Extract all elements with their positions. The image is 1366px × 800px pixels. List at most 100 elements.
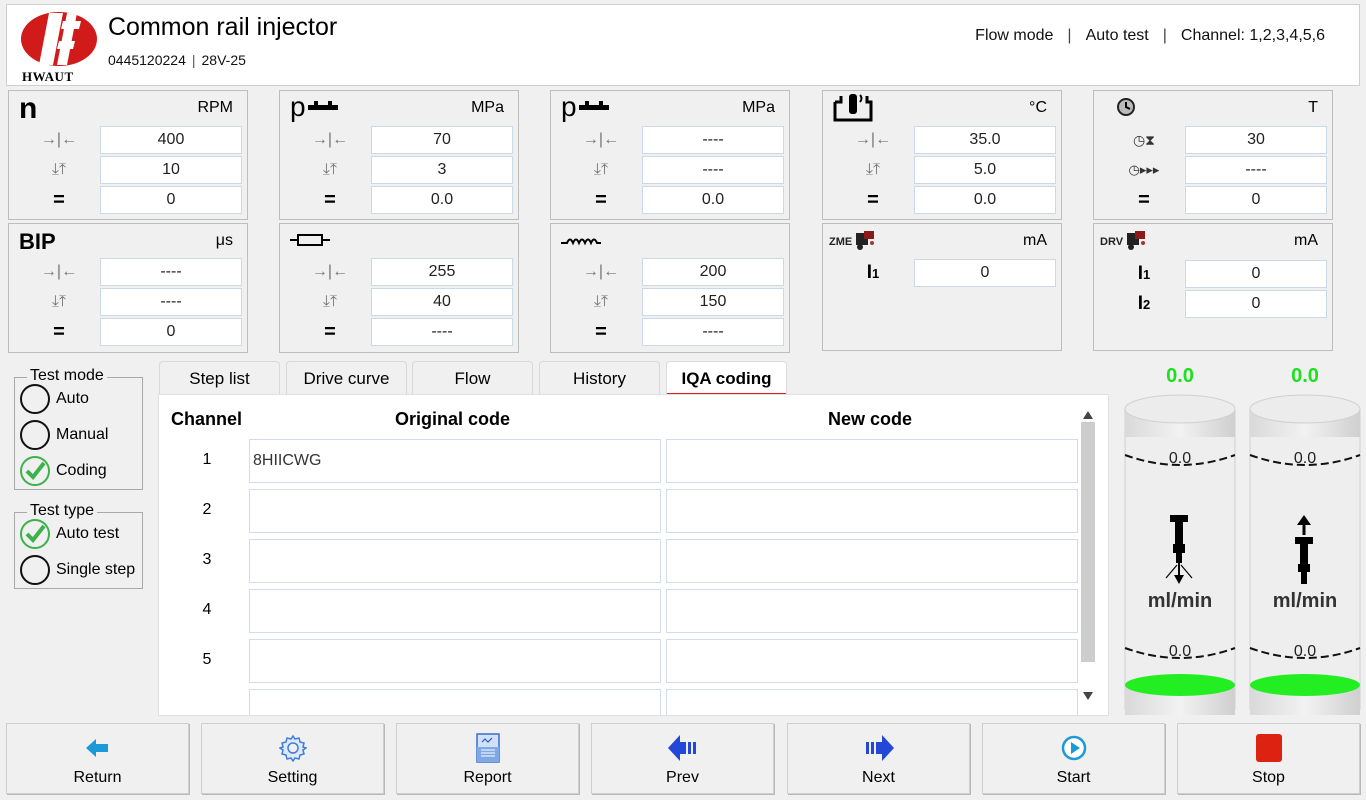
iqa-coding-panel: Channel Original code New code 1 8HIICWG… (158, 394, 1109, 716)
stop-button[interactable]: Stop (1177, 723, 1360, 794)
time-actual-field: 0 (1185, 186, 1327, 214)
temperature-actual-field: 0.0 (914, 186, 1056, 214)
prev-button[interactable]: Prev (591, 723, 774, 794)
new-code-field[interactable] (666, 689, 1078, 715)
tab-iqa-coding[interactable]: IQA coding (666, 361, 787, 395)
tab-history[interactable]: History (539, 361, 660, 394)
bip-actual-field: 0 (100, 318, 242, 346)
new-code-field[interactable] (666, 439, 1078, 483)
inductance-target-field[interactable]: 200 (642, 258, 784, 286)
new-code-field[interactable] (666, 639, 1078, 683)
valve-icon (1123, 229, 1149, 256)
resistance-tolerance-field[interactable]: 40 (371, 288, 513, 316)
rail-icon (577, 100, 611, 119)
check-circle-icon (20, 456, 50, 486)
pressure2-target-field[interactable]: ---- (642, 126, 784, 154)
start-button[interactable]: Start (982, 723, 1165, 794)
table-row (159, 689, 1099, 715)
current-i1-label: I1 (1137, 263, 1151, 284)
actual-icon: = (595, 188, 607, 211)
panel-zme: ZME mA I1 0 (822, 223, 1062, 351)
variant: 28V-25 (201, 52, 246, 68)
temperature-tank-icon (833, 92, 875, 127)
speed-tolerance-field[interactable]: 10 (100, 156, 242, 184)
button-label: Report (463, 769, 512, 786)
original-code-field[interactable] (249, 639, 661, 683)
zme-tag: ZME (829, 236, 853, 248)
actual-icon: = (53, 320, 65, 343)
radio-label: Coding (56, 462, 107, 479)
resistance-target-field[interactable]: 255 (371, 258, 513, 286)
pressure2-tolerance-field[interactable]: ---- (642, 156, 784, 184)
actual-icon: = (324, 188, 336, 211)
new-code-field[interactable] (666, 489, 1078, 533)
new-code-field[interactable] (666, 589, 1078, 633)
tab-flow[interactable]: Flow (412, 361, 533, 394)
header-channel: Channel (171, 409, 243, 429)
upper-mark-value: 0.0 (1293, 450, 1317, 467)
tolerance-icon: ⤓⤒ (322, 293, 338, 310)
actual-icon: = (53, 188, 65, 211)
tab-drive-curve[interactable]: Drive curve (286, 361, 407, 394)
current-i1-label: I1 (866, 262, 880, 283)
mode-label: Flow mode (975, 27, 1054, 44)
original-code-field[interactable]: 8HIICWG (249, 439, 661, 483)
original-code-field[interactable] (249, 489, 661, 533)
next-button[interactable]: Next (787, 723, 970, 794)
drv-i1-field[interactable]: 0 (1185, 260, 1327, 288)
new-code-field[interactable] (666, 539, 1078, 583)
scrollbar-thumb[interactable] (1081, 422, 1095, 662)
panel-time: T ◷⧗ 30 ◷▸▸▸ ---- = 0 (1093, 90, 1333, 220)
channel-number: 3 (202, 551, 212, 568)
gear-icon (277, 732, 309, 764)
time-hold-field[interactable]: 30 (1185, 126, 1327, 154)
tolerance-icon: ⤓⤒ (51, 293, 67, 310)
table-row: 4 (159, 589, 1099, 633)
radio-single-step[interactable]: Single step (20, 555, 135, 585)
scroll-up-icon[interactable] (1082, 407, 1094, 419)
original-code-field[interactable] (249, 589, 661, 633)
temperature-tolerance-field[interactable]: 5.0 (914, 156, 1056, 184)
channel-number: 4 (202, 601, 212, 618)
panel-bip: BIP μs →|← ---- ⤓⤒ ---- = 0 (8, 223, 248, 353)
drv-i2-field[interactable]: 0 (1185, 290, 1327, 318)
radio-manual[interactable]: Manual (20, 420, 108, 450)
speed-target-field[interactable]: 400 (100, 126, 242, 154)
resistor-icon (290, 233, 330, 252)
arrow-left-icon (82, 732, 114, 764)
flow-unit: ml/min (1272, 590, 1338, 612)
speed-title: n (19, 92, 38, 125)
pressure1-target-field[interactable]: 70 (371, 126, 513, 154)
table-row: 3 (159, 539, 1099, 583)
radio-auto[interactable]: Auto (20, 384, 89, 414)
target-icon: →|← (582, 263, 620, 280)
panel-inductance: →|← 200 ⤓⤒ 150 = ---- (550, 223, 790, 353)
temperature-target-field[interactable]: 35.0 (914, 126, 1056, 154)
speed-actual-field: 0 (100, 186, 242, 214)
resistance-actual-field: ---- (371, 318, 513, 346)
radio-auto-test[interactable]: Auto test (20, 519, 119, 549)
setting-button[interactable]: Setting (201, 723, 384, 794)
report-button[interactable]: Report (396, 723, 579, 794)
radio-coding[interactable]: Coding (20, 456, 107, 486)
tab-step-list[interactable]: Step list (159, 361, 280, 394)
actual-icon: = (867, 188, 879, 211)
bip-tolerance-field[interactable]: ---- (100, 288, 242, 316)
original-code-field[interactable] (249, 689, 661, 715)
test-label: Auto test (1085, 27, 1149, 44)
zme-i1-field[interactable]: 0 (914, 259, 1056, 287)
inductance-tolerance-field[interactable]: 150 (642, 288, 784, 316)
clock-icon (1116, 97, 1136, 122)
bip-target-field[interactable]: ---- (100, 258, 242, 286)
scroll-down-icon[interactable] (1082, 688, 1094, 700)
original-code-field[interactable] (249, 539, 661, 583)
button-label: Return (73, 769, 122, 786)
time-unit: T (1308, 99, 1318, 116)
return-button[interactable]: Return (6, 723, 189, 794)
radio-label: Single step (56, 561, 136, 578)
tolerance-icon: ⤓⤒ (593, 161, 609, 178)
pressure1-tolerance-field[interactable]: 3 (371, 156, 513, 184)
drv-unit: mA (1294, 232, 1318, 249)
time-run-field[interactable]: ---- (1185, 156, 1327, 184)
header-new-code: New code (828, 409, 913, 429)
